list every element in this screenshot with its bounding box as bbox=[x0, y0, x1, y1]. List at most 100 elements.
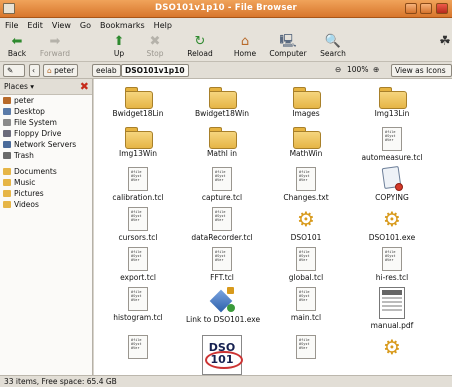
file-item[interactable]: ⚙ DSO101 bbox=[270, 207, 342, 242]
file-name: histogram.tcl bbox=[113, 313, 163, 322]
file-item[interactable]: DSO 101 bbox=[186, 335, 258, 375]
file-name: FFT.tcl bbox=[210, 273, 234, 282]
text-file-icon: #file #Syst #Ver bbox=[296, 287, 316, 311]
menu-help[interactable]: Help bbox=[154, 21, 172, 30]
menu-view[interactable]: View bbox=[52, 21, 71, 30]
file-icon-view[interactable]: Bwidget18Lin Bwidget18Win Images Img13Lin Im… bbox=[94, 79, 452, 375]
crumb-dso101v1p10[interactable]: DSO101v1p10 bbox=[121, 64, 189, 77]
maximize-button[interactable] bbox=[420, 3, 432, 14]
file-name: manual.pdf bbox=[370, 321, 414, 330]
path-back-chevron[interactable]: ‹ bbox=[29, 64, 40, 77]
file-name: dataRecorder.tcl bbox=[191, 233, 253, 242]
reload-button[interactable]: ↻ Reload bbox=[185, 33, 215, 61]
crumb-eelab[interactable]: eelab bbox=[92, 64, 121, 77]
file-item[interactable]: COPYING bbox=[356, 165, 428, 202]
edit-location-button[interactable]: ✎ bbox=[3, 64, 25, 77]
sidebar-item-desktop[interactable]: Desktop bbox=[0, 106, 92, 117]
sidebar-item-label: Pictures bbox=[14, 189, 44, 198]
minimize-button[interactable] bbox=[405, 3, 417, 14]
file-item[interactable]: #file #Syst #Ver dataRecorder.tcl bbox=[186, 207, 258, 242]
file-item[interactable]: Img13Lin bbox=[356, 87, 428, 118]
sidebar-item-trash[interactable]: Trash bbox=[0, 150, 92, 161]
text-file-icon: #file #Syst #Ver bbox=[382, 127, 402, 151]
file-item[interactable]: #file #Syst #Ver automeasure.tcl bbox=[356, 127, 428, 162]
executable-gear-icon: ⚙ bbox=[383, 335, 401, 359]
file-item[interactable]: #file #Syst #Ver export.tcl bbox=[102, 247, 174, 282]
close-window-button[interactable] bbox=[436, 3, 448, 14]
thumbnail-text: DSO 101 bbox=[208, 341, 236, 366]
sidebar-item-peter[interactable]: peter bbox=[0, 95, 92, 106]
menu-file[interactable]: File bbox=[5, 21, 18, 30]
file-name: automeasure.tcl bbox=[361, 153, 423, 162]
back-button[interactable]: ⬅ Back bbox=[2, 33, 32, 61]
zoom-in-icon[interactable]: ⊕ bbox=[373, 65, 379, 74]
file-item[interactable]: Link to DSO101.exe bbox=[186, 287, 260, 324]
file-item[interactable]: manual.pdf bbox=[356, 287, 428, 330]
text-file-icon: #file #Syst #Ver bbox=[296, 247, 316, 271]
file-item[interactable]: Images bbox=[270, 87, 342, 118]
file-item[interactable]: #file #Syst #Ver FFT.tcl bbox=[186, 247, 258, 282]
sidebar-item-label: Videos bbox=[14, 200, 39, 209]
image-thumbnail-icon: DSO 101 bbox=[202, 335, 243, 375]
file-name: COPYING bbox=[375, 193, 409, 202]
file-item[interactable]: #file #Syst #Ver cursors.tcl bbox=[102, 207, 174, 242]
file-item[interactable]: #file #Syst #Ver calibration.tcl bbox=[102, 167, 174, 202]
sidebar-header[interactable]: Places ▾ ✖ bbox=[0, 79, 92, 95]
folder-icon bbox=[293, 87, 321, 109]
file-item[interactable]: #file #Syst #Ver hi-res.tcl bbox=[356, 247, 428, 282]
toolbar: ⬅ Back ➡ Forward ⬆ Up ✖ Stop ↻ Reload ⌂ … bbox=[0, 33, 452, 62]
home-crumb-icon: ⌂ bbox=[47, 66, 52, 75]
sidebar-item-documents[interactable]: Documents bbox=[0, 166, 92, 177]
text-file-icon: #file #Syst #Ver bbox=[128, 335, 148, 359]
sidebar-item-floppy-drive[interactable]: Floppy Drive bbox=[0, 128, 92, 139]
file-item[interactable]: #file #Syst #Ver capture.tcl bbox=[186, 167, 258, 202]
crumb-peter[interactable]: ⌂ peter bbox=[43, 64, 79, 77]
file-item[interactable]: #file #Syst #Ver global.tcl bbox=[270, 247, 342, 282]
menu-edit[interactable]: Edit bbox=[27, 21, 43, 30]
file-item[interactable]: #file #Syst #Ver bbox=[102, 335, 174, 361]
file-item[interactable]: Mathl in bbox=[186, 127, 258, 158]
menu-go[interactable]: Go bbox=[80, 21, 91, 30]
file-item[interactable]: #file #Syst #Ver bbox=[270, 335, 342, 361]
sidebar-close-icon[interactable]: ✖ bbox=[80, 80, 89, 93]
file-name: global.tcl bbox=[288, 273, 324, 282]
up-button[interactable]: ⬆ Up bbox=[108, 33, 130, 61]
search-label: Search bbox=[320, 49, 346, 58]
menu-bookmarks[interactable]: Bookmarks bbox=[100, 21, 145, 30]
file-name: Bwidget18Lin bbox=[112, 109, 164, 118]
file-item[interactable]: Img13Win bbox=[102, 127, 174, 158]
file-item[interactable]: #file #Syst #Ver histogram.tcl bbox=[102, 287, 174, 322]
view-as-select[interactable]: View as Icons bbox=[391, 64, 452, 77]
search-button[interactable]: 🔍 Search bbox=[318, 33, 348, 61]
home-button[interactable]: ⌂ Home bbox=[232, 33, 258, 61]
folder-icon bbox=[3, 190, 11, 197]
sidebar-item-file-system[interactable]: File System bbox=[0, 117, 92, 128]
folder-icon bbox=[3, 179, 11, 186]
sidebar-item-network-servers[interactable]: Network Servers bbox=[0, 139, 92, 150]
pdf-thumbnail-icon bbox=[379, 287, 405, 319]
status-bar: 33 items, Free space: 65.4 GB bbox=[0, 375, 452, 387]
file-item[interactable]: #file #Syst #Ver Changes.txt bbox=[270, 167, 342, 202]
file-item[interactable]: Bwidget18Lin bbox=[102, 87, 174, 118]
zoom-out-icon[interactable]: ⊖ bbox=[335, 65, 341, 74]
file-item[interactable]: ⚙ DSO101.exe bbox=[356, 207, 428, 242]
sidebar-item-music[interactable]: Music bbox=[0, 177, 92, 188]
sidebar-item-videos[interactable]: Videos bbox=[0, 199, 92, 210]
file-item[interactable]: ⚙ bbox=[356, 335, 428, 361]
menu-bar: File Edit View Go Bookmarks Help bbox=[0, 18, 452, 33]
chevron-down-icon: ▾ bbox=[30, 82, 35, 91]
stop-button[interactable]: ✖ Stop bbox=[143, 33, 167, 61]
folder-icon bbox=[3, 168, 11, 175]
sidebar-item-pictures[interactable]: Pictures bbox=[0, 188, 92, 199]
file-name: Img13Lin bbox=[374, 109, 410, 118]
places-sidebar: Places ▾ ✖ peter Desktop File System Floppy… bbox=[0, 79, 93, 375]
folder-icon bbox=[125, 87, 153, 109]
file-item[interactable]: #file #Syst #Ver main.tcl bbox=[270, 287, 342, 322]
file-name: DSO101 bbox=[290, 233, 322, 242]
file-item[interactable]: MathWin bbox=[270, 127, 342, 158]
file-item[interactable]: Bwidget18Win bbox=[186, 87, 258, 118]
forward-button[interactable]: ➡ Forward bbox=[38, 33, 72, 61]
text-file-icon: #file #Syst #Ver bbox=[212, 247, 232, 271]
computer-button[interactable]: 🖳 Computer bbox=[268, 33, 308, 61]
zoom-level[interactable]: 100% bbox=[347, 65, 368, 74]
